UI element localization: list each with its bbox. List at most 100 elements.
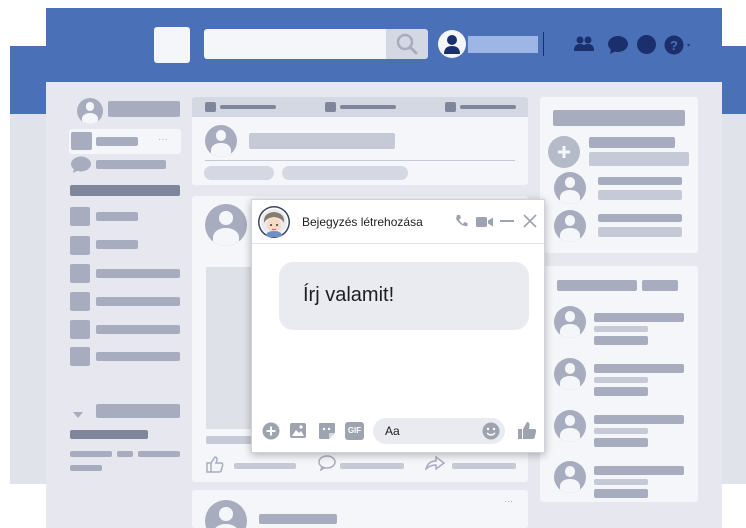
chevron-down-icon[interactable] (72, 406, 84, 418)
comment-label[interactable] (340, 463, 404, 469)
sidebar-item[interactable] (96, 297, 180, 306)
sidebar-item-icon (70, 207, 90, 226)
sidebar-item-icon (70, 347, 90, 366)
contact-avatar[interactable] (554, 461, 586, 493)
contacts-header (557, 280, 637, 291)
tab-photo-icon (325, 102, 336, 112)
sidebar-item[interactable] (96, 269, 180, 278)
suggestion-meta (598, 190, 682, 200)
more-icon[interactable]: ··· (504, 497, 520, 506)
contact-meta (594, 428, 648, 434)
tab-live-icon (445, 102, 456, 112)
suggestion-avatar[interactable] (554, 210, 586, 242)
profile-avatar[interactable] (438, 30, 466, 58)
chat-avatar[interactable] (258, 206, 290, 238)
post-author-avatar[interactable] (205, 204, 247, 246)
profile-name-placeholder[interactable] (468, 36, 538, 53)
gif-icon[interactable]: GIF (345, 422, 364, 440)
sidebar-item-messenger[interactable] (96, 160, 166, 169)
suggestion-name[interactable] (598, 214, 682, 222)
contact-meta (594, 326, 648, 332)
sidebar-footer-link[interactable] (70, 465, 102, 471)
photo-icon[interactable] (289, 422, 307, 439)
sidebar-item[interactable] (96, 240, 138, 249)
close-icon[interactable] (523, 214, 537, 228)
sidebar-footer-link[interactable] (138, 451, 180, 457)
add-icon[interactable] (262, 422, 280, 440)
suggestion-meta (589, 152, 689, 166)
contact-meta (594, 479, 648, 485)
sidebar-newsfeed-icon (71, 132, 92, 150)
create-post-input[interactable] (249, 133, 395, 149)
contact-avatar[interactable] (554, 306, 586, 338)
create-post-chip[interactable] (204, 166, 274, 180)
sidebar-newsfeed-label (96, 137, 138, 146)
minimize-icon[interactable] (500, 220, 514, 222)
divider (205, 160, 515, 161)
suggestion-name[interactable] (598, 177, 682, 185)
sidebar-item-icon (70, 264, 90, 283)
contact-name[interactable] (594, 313, 684, 322)
sidebar-footer-link[interactable] (117, 451, 133, 457)
messenger-icon[interactable] (607, 35, 629, 55)
sidebar-messenger-icon (70, 156, 92, 174)
search-icon (396, 33, 418, 55)
sidebar-item-icon (70, 236, 90, 255)
notifications-icon[interactable] (637, 35, 656, 54)
contact-avatar[interactable] (554, 358, 586, 390)
contact-avatar[interactable] (554, 410, 586, 442)
sidebar-footer-link[interactable] (70, 451, 112, 457)
suggestion-meta (598, 227, 682, 237)
share-icon[interactable] (424, 455, 446, 472)
search-button[interactable] (386, 29, 428, 59)
contacts-header-action[interactable] (642, 280, 678, 291)
sticker-icon[interactable] (318, 422, 336, 440)
sidebar-see-more[interactable] (96, 404, 180, 418)
friends-icon[interactable] (573, 35, 595, 53)
more-icon[interactable]: ··· (158, 135, 178, 145)
emoji-icon[interactable] (482, 422, 500, 440)
sidebar-user-name[interactable] (108, 101, 180, 117)
sidebar-item[interactable] (96, 352, 180, 361)
contact-name[interactable] (594, 364, 684, 373)
chat-header-divider (252, 243, 544, 244)
create-post-avatar (205, 125, 237, 157)
svg-text:?: ? (670, 38, 678, 53)
tab-status-icon (205, 102, 216, 112)
chat-message-text: Írj valamit! (303, 284, 395, 306)
thumbs-up-icon[interactable] (517, 420, 537, 440)
create-post-chip[interactable] (282, 166, 408, 180)
tab-live[interactable] (460, 105, 516, 109)
comment-icon[interactable] (318, 455, 336, 472)
chat-title: Bejegyzés létrehozása (302, 215, 423, 229)
logo[interactable] (154, 27, 190, 63)
sidebar-section-header (70, 185, 180, 196)
share-label[interactable] (452, 463, 516, 469)
sidebar-item[interactable] (96, 212, 138, 221)
phone-icon[interactable] (455, 214, 468, 228)
user-icon (444, 35, 460, 54)
post-reactions-bar (206, 436, 254, 444)
contact-name[interactable] (594, 415, 684, 424)
sidebar-section-header (70, 430, 148, 439)
video-icon[interactable] (476, 215, 494, 227)
suggestions-header (553, 110, 685, 126)
add-icon[interactable] (548, 136, 580, 168)
tab-status[interactable] (220, 105, 276, 109)
contact-meta (594, 336, 648, 345)
contact-meta (594, 387, 648, 396)
contact-name[interactable] (594, 466, 684, 475)
like-icon[interactable] (205, 455, 225, 473)
sidebar-item-icon (70, 292, 90, 311)
suggestion-avatar[interactable] (554, 172, 586, 204)
contact-meta (594, 438, 648, 447)
search-input[interactable] (204, 29, 386, 59)
contact-meta (594, 377, 648, 383)
like-label[interactable] (234, 463, 296, 469)
post-author-name[interactable] (259, 514, 337, 524)
suggestion-name[interactable] (589, 137, 675, 148)
help-icon[interactable]: ? (664, 34, 694, 56)
sidebar-item[interactable] (96, 325, 180, 334)
sidebar-user-avatar[interactable] (77, 98, 103, 124)
tab-photo[interactable] (340, 105, 396, 109)
